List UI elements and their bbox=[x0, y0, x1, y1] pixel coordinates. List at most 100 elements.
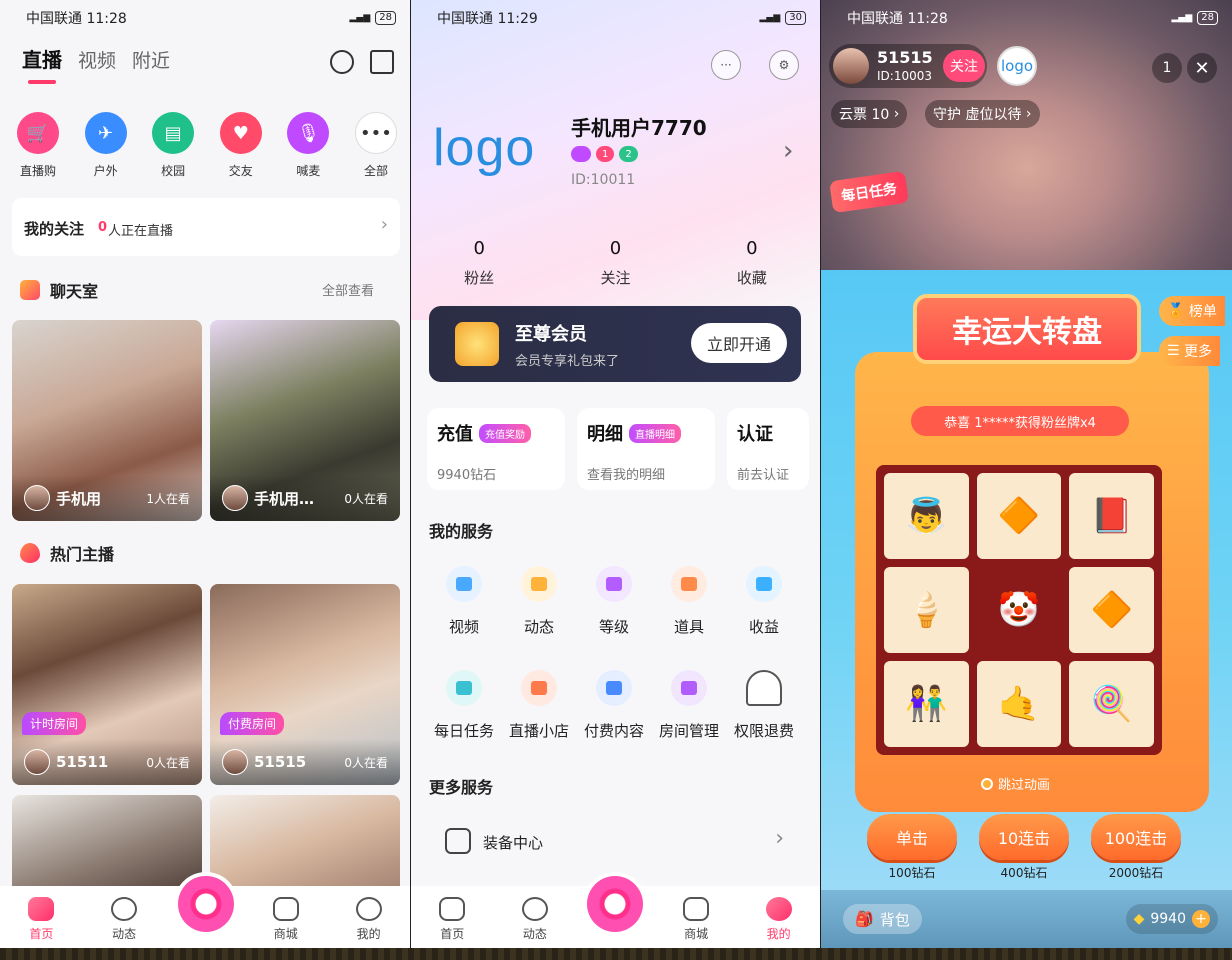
search-icon[interactable] bbox=[330, 50, 354, 74]
spin-100-button[interactable]: 100连击 bbox=[1091, 814, 1181, 860]
settings-icon[interactable]: ⚙ bbox=[769, 50, 799, 80]
category-campus[interactable]: ▤ 校园 bbox=[147, 112, 199, 179]
battery-icon: 28 bbox=[1197, 11, 1218, 25]
nav-moments[interactable]: 动态 bbox=[94, 897, 154, 942]
nav-moments[interactable]: 动态 bbox=[505, 897, 565, 942]
details-card[interactable]: 明细 直播明细 查看我的明细 bbox=[577, 408, 715, 490]
plus-icon: + bbox=[1192, 910, 1210, 928]
skip-animation-toggle[interactable]: 跳过动画 bbox=[981, 774, 1050, 793]
verify-card[interactable]: 认证 前去认证 bbox=[727, 408, 809, 490]
avatar bbox=[24, 749, 50, 775]
service-daily-task[interactable]: 每日任务 bbox=[426, 670, 502, 741]
service-live-shop[interactable]: 直播小店 bbox=[501, 670, 577, 741]
fans-badge: 2 bbox=[619, 146, 638, 162]
category-mic[interactable]: 🎙 喊麦 bbox=[282, 112, 334, 179]
nav-home[interactable]: 首页 bbox=[11, 897, 71, 942]
category-dating[interactable]: ♥ 交友 bbox=[215, 112, 267, 179]
tab-live[interactable]: 直播 bbox=[22, 44, 62, 73]
avatar bbox=[222, 749, 248, 775]
service-moments[interactable]: 动态 bbox=[501, 566, 577, 637]
diamond-icon: ◆ bbox=[1133, 911, 1145, 927]
category-all[interactable]: ••• 全部 bbox=[350, 112, 402, 179]
profile-screen: 中国联通 11:29 ▂▄▆ 30 ··· ⚙ logo 手机用户7770 1 2… bbox=[411, 0, 820, 948]
prize-cell: 🍦 bbox=[884, 567, 969, 653]
book-icon: ▤ bbox=[152, 112, 195, 154]
chatroom-card[interactable]: 手机用 1人在看 bbox=[12, 320, 202, 521]
spin-100-cost: 2000钻石 bbox=[1108, 866, 1164, 880]
host-avatar[interactable] bbox=[833, 48, 869, 84]
username: 手机用户7770 bbox=[571, 116, 707, 140]
service-props[interactable]: 道具 bbox=[651, 566, 727, 637]
avatar bbox=[222, 485, 248, 511]
vip-title: 至尊会员 bbox=[515, 324, 587, 345]
my-follow-card[interactable]: 我的关注 0 人正在直播 › bbox=[12, 198, 400, 256]
nav-mall[interactable]: 商城 bbox=[256, 897, 316, 942]
chatroom-card[interactable]: 手机用… 0人在看 bbox=[210, 320, 400, 521]
vip-banner: 至尊会员 会员专享礼包来了 立即开通 bbox=[429, 306, 801, 382]
moments-icon bbox=[521, 566, 557, 602]
recharge-card[interactable]: 充值 充值奖励 9940钻石 bbox=[427, 408, 565, 490]
service-income[interactable]: 收益 bbox=[726, 566, 802, 637]
view-all-link[interactable]: 全部查看 bbox=[322, 280, 374, 299]
card-name: 手机用… bbox=[254, 489, 315, 508]
tab-nearby[interactable]: 附近 bbox=[132, 46, 170, 73]
more-button[interactable]: ☰ 更多 bbox=[1159, 336, 1221, 366]
vip-subtitle: 会员专享礼包来了 bbox=[515, 354, 620, 369]
ranking-icon[interactable] bbox=[370, 50, 394, 74]
top-tabs: 直播 视频 附近 bbox=[22, 44, 170, 73]
streamer-card[interactable] bbox=[210, 795, 400, 895]
streamer-card[interactable]: 计时房间 51511 0人在看 bbox=[12, 584, 202, 785]
chevron-right-icon[interactable]: › bbox=[783, 136, 793, 166]
go-live-button[interactable] bbox=[587, 876, 643, 932]
spin-10-button[interactable]: 10连击 bbox=[979, 814, 1069, 860]
briefcase-icon bbox=[445, 828, 471, 854]
backpack-button[interactable]: 🎒 背包 bbox=[843, 904, 922, 934]
activate-vip-button[interactable]: 立即开通 bbox=[691, 323, 787, 363]
equipment-center-row[interactable]: 装备中心 › bbox=[411, 812, 820, 872]
stat-fans[interactable]: 0 粉丝 bbox=[411, 238, 547, 288]
rank-button[interactable]: 🏅 榜单 bbox=[1159, 296, 1225, 326]
carrier-time: 中国联通 11:28 bbox=[26, 11, 127, 27]
go-live-button[interactable] bbox=[178, 876, 234, 932]
guard-pill[interactable]: 守护 虚位以待 › bbox=[925, 100, 1040, 128]
user-id: ID:10011 bbox=[571, 172, 636, 188]
nav-mall[interactable]: 商城 bbox=[666, 897, 726, 942]
medal-icon bbox=[455, 322, 499, 366]
avatar-logo[interactable]: logo bbox=[433, 118, 535, 178]
spin-once-button[interactable]: 单击 bbox=[867, 814, 957, 860]
service-level[interactable]: 等级 bbox=[576, 566, 652, 637]
wallet-bar: 🎒 背包 ◆ 9940 + bbox=[821, 890, 1232, 948]
ticket-pill[interactable]: 云票 10 › bbox=[831, 100, 908, 128]
battery-icon: 30 bbox=[785, 11, 806, 25]
status-bar: 中国联通 11:28 ▂▄▆ 28 bbox=[0, 0, 410, 36]
profile-icon bbox=[765, 897, 792, 921]
viewer-count: 0人在看 bbox=[146, 755, 190, 770]
follow-text: 人正在直播 bbox=[108, 224, 174, 239]
streamer-card[interactable] bbox=[12, 795, 202, 895]
service-video[interactable]: 视频 bbox=[426, 566, 502, 637]
service-refund[interactable]: 权限退费 bbox=[726, 670, 802, 741]
live-video bbox=[821, 0, 1232, 280]
tab-video[interactable]: 视频 bbox=[78, 46, 116, 73]
hot-streamers-header: 热门主播 bbox=[20, 541, 114, 565]
service-room-manage[interactable]: 房间管理 bbox=[651, 670, 727, 741]
nav-home[interactable]: 首页 bbox=[422, 897, 482, 942]
close-icon[interactable]: ✕ bbox=[1187, 53, 1217, 83]
viewer-avatar[interactable]: logo bbox=[997, 46, 1037, 86]
nav-me[interactable]: 我的 bbox=[749, 897, 809, 942]
follow-count: 0 bbox=[98, 220, 108, 235]
diamond-balance[interactable]: ◆ 9940 + bbox=[1125, 904, 1218, 934]
streamer-card[interactable]: 付费房间 51515 0人在看 bbox=[210, 584, 400, 785]
nav-me[interactable]: 我的 bbox=[339, 897, 399, 942]
mic-icon: 🎙 bbox=[287, 112, 330, 154]
message-icon[interactable]: ··· bbox=[711, 50, 741, 80]
category-outdoor[interactable]: ✈ 户外 bbox=[80, 112, 132, 179]
follow-button[interactable]: 关注 bbox=[943, 50, 985, 82]
service-paid-content[interactable]: 付费内容 bbox=[576, 670, 652, 741]
stat-favorites[interactable]: 0 收藏 bbox=[684, 238, 820, 288]
viewer-count[interactable]: 1 bbox=[1152, 53, 1182, 83]
status-bar: 中国联通 11:29 ▂▄▆ 30 bbox=[411, 0, 820, 36]
category-live-shopping[interactable]: 🛒 直播购 bbox=[12, 112, 64, 179]
active-tab-indicator bbox=[28, 80, 56, 84]
stat-following[interactable]: 0 关注 bbox=[547, 238, 683, 288]
